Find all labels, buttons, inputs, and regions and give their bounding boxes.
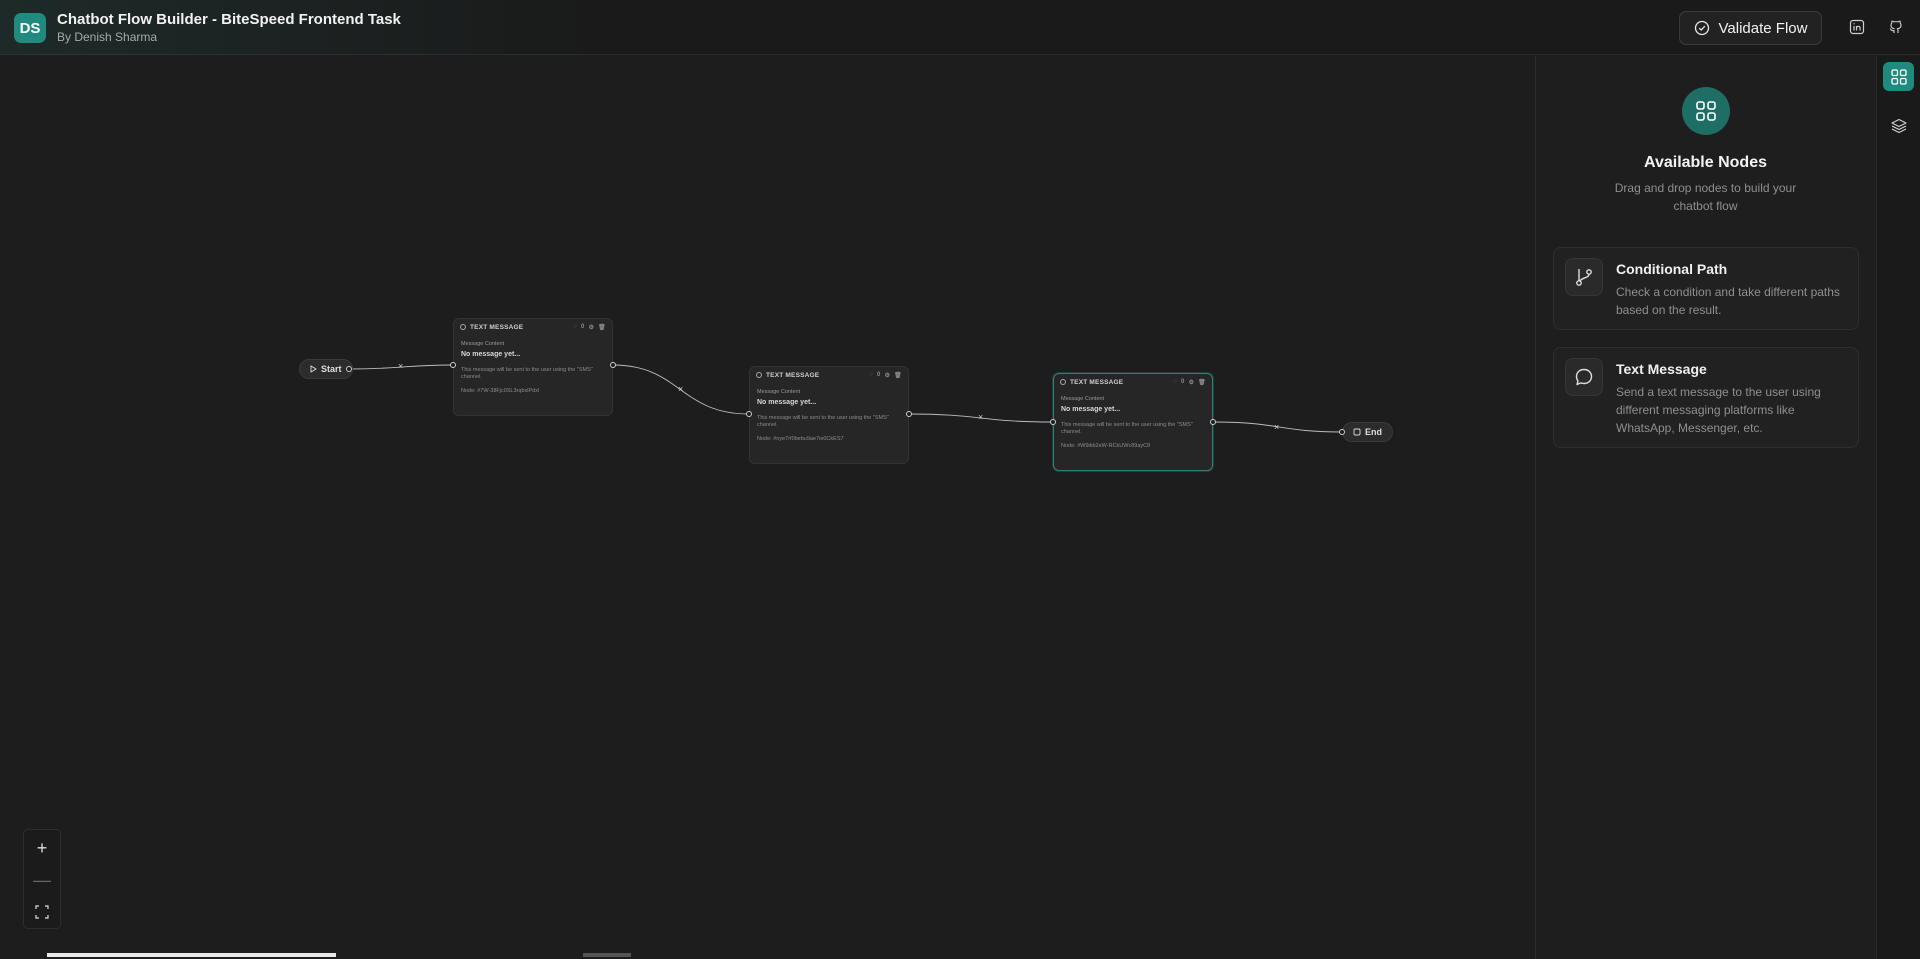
- edge-delete-icon[interactable]: ×: [1274, 422, 1279, 432]
- layers-icon: [1890, 118, 1907, 133]
- grid-icon: [1890, 68, 1907, 85]
- card-title: Conditional Path: [1616, 261, 1728, 277]
- edge-delete-icon[interactable]: ×: [978, 412, 983, 422]
- nodes-panel-button[interactable]: [1883, 62, 1914, 91]
- node-card-text-message[interactable]: Text Message Send a text message to the …: [1553, 347, 1859, 448]
- zoom-controls: + —: [23, 829, 61, 929]
- text-message-node[interactable]: TEXT MESSAGE ◌ 0 ⚙ 🗑 Message Content No …: [749, 366, 909, 464]
- whatsapp-icon: ◌: [869, 372, 874, 378]
- node-id-value: #W9ikb2eW-RCkUWc89ayC8: [1077, 443, 1151, 449]
- flow-edges: [348, 364, 1343, 433]
- delete-icon[interactable]: 🗑: [1198, 379, 1206, 386]
- app-title: Chatbot Flow Builder - BiteSpeed Fronten…: [57, 11, 401, 28]
- chat-bubble-icon: [1565, 358, 1603, 396]
- node-id-label: Node:: [757, 436, 772, 442]
- end-node[interactable]: End: [1342, 422, 1393, 442]
- fit-view-icon: [35, 905, 49, 919]
- card-description: Send a text message to the user using di…: [1616, 385, 1821, 435]
- play-icon: [310, 365, 317, 373]
- edge-delete-icon[interactable]: ×: [678, 384, 683, 394]
- message-text: No message yet...: [757, 399, 817, 406]
- node-header: TEXT MESSAGE ◌ 0 ⚙ 🗑: [1054, 374, 1212, 390]
- stop-icon: [1353, 428, 1361, 436]
- message-content-label: Message Content: [757, 389, 801, 395]
- node-count: 0: [877, 372, 881, 378]
- target-handle[interactable]: [1339, 429, 1345, 435]
- node-type-label: TEXT MESSAGE: [766, 371, 820, 379]
- node-id-label: Node:: [1061, 443, 1076, 449]
- logo-badge: DS: [14, 13, 46, 43]
- node-id-label: Node:: [461, 388, 476, 394]
- node-count: 0: [1181, 379, 1185, 385]
- message-text: No message yet...: [1061, 406, 1121, 413]
- delete-icon[interactable]: 🗑: [894, 372, 902, 379]
- card-description: Check a condition and take different pat…: [1616, 285, 1840, 317]
- channel-note: This message will be sent to the user us…: [1061, 422, 1193, 435]
- check-circle-icon: [1694, 20, 1709, 36]
- panel-title: Available Nodes: [1643, 154, 1767, 171]
- linkedin-icon[interactable]: [1847, 17, 1867, 37]
- settings-icon[interactable]: ⚙: [1189, 379, 1195, 386]
- node-id-row: Node: #7W-38Fjc0SL3rqbxlPdxl: [461, 388, 605, 394]
- target-handle[interactable]: [450, 362, 456, 368]
- scroll-thumb[interactable]: [583, 953, 631, 957]
- node-id-value: #7W-38Fjc0SL3rqbxlPdxl: [477, 388, 540, 394]
- text-message-node[interactable]: TEXT MESSAGE ◌ 0 ⚙ 🗑 Message Content No …: [453, 318, 613, 416]
- edge-delete-icon[interactable]: ×: [398, 361, 403, 371]
- github-icon[interactable]: [1886, 17, 1906, 37]
- source-handle[interactable]: [346, 366, 352, 372]
- target-handle[interactable]: [1050, 419, 1056, 425]
- node-type-label: TEXT MESSAGE: [1070, 378, 1124, 386]
- node-header: TEXT MESSAGE ◌ 0 ⚙ 🗑: [750, 367, 908, 383]
- source-handle[interactable]: [906, 411, 912, 417]
- start-label: Start: [321, 364, 342, 374]
- node-card-conditional-path[interactable]: Conditional Path Check a condition and t…: [1553, 247, 1859, 330]
- source-handle[interactable]: [1210, 419, 1216, 425]
- node-id-row: Node: #W9ikb2eW-RCkUWc89ayC8: [1061, 443, 1205, 449]
- fit-view-button[interactable]: [24, 896, 60, 928]
- panel-description: Drag and drop nodes to build your chatbo…: [1614, 181, 1797, 213]
- whatsapp-icon: ◌: [573, 324, 578, 330]
- target-handle[interactable]: [746, 411, 752, 417]
- validate-flow-label: Validate Flow: [1718, 19, 1808, 37]
- end-label: End: [1365, 427, 1382, 437]
- start-node[interactable]: Start: [299, 359, 353, 379]
- app-subtitle: By Denish Sharma: [57, 30, 158, 44]
- right-rail: [1876, 56, 1920, 959]
- zoom-in-button[interactable]: +: [24, 832, 60, 864]
- settings-icon[interactable]: ⚙: [589, 324, 595, 331]
- node-type-icon: [460, 324, 466, 330]
- card-title: Text Message: [1616, 361, 1707, 377]
- settings-icon[interactable]: ⚙: [885, 372, 891, 379]
- zoom-out-button[interactable]: —: [24, 864, 60, 896]
- node-header: TEXT MESSAGE ◌ 0 ⚙ 🗑: [454, 319, 612, 335]
- node-count: 0: [581, 324, 585, 330]
- horizontal-scrollbar[interactable]: [47, 953, 336, 957]
- node-type-icon: [1060, 379, 1066, 385]
- validate-flow-button[interactable]: Validate Flow: [1679, 11, 1822, 45]
- message-content-label: Message Content: [1061, 396, 1105, 402]
- node-type-icon: [756, 372, 762, 378]
- channel-note: This message will be sent to the user us…: [757, 415, 889, 428]
- text-message-node[interactable]: TEXT MESSAGE ◌ 0 ⚙ 🗑 Message Content No …: [1053, 373, 1213, 471]
- message-content-label: Message Content: [461, 341, 505, 347]
- branch-icon: [1565, 258, 1603, 296]
- delete-icon[interactable]: 🗑: [598, 324, 606, 331]
- layers-button[interactable]: [1883, 111, 1914, 140]
- message-text: No message yet...: [461, 351, 521, 358]
- source-handle[interactable]: [610, 362, 616, 368]
- node-id-row: Node: #oye7rf0bebu9ae7ie0CkES7: [757, 436, 901, 442]
- grid-icon: [1682, 87, 1730, 135]
- channel-note: This message will be sent to the user us…: [461, 367, 593, 380]
- whatsapp-icon: ◌: [1173, 379, 1178, 385]
- node-id-value: #oye7rf0bebu9ae7ie0CkES7: [773, 436, 844, 442]
- flow-canvas[interactable]: × × × × Start TEXT MESSAGE ◌ 0 ⚙ 🗑 Messa…: [0, 56, 1535, 959]
- node-type-label: TEXT MESSAGE: [470, 323, 524, 331]
